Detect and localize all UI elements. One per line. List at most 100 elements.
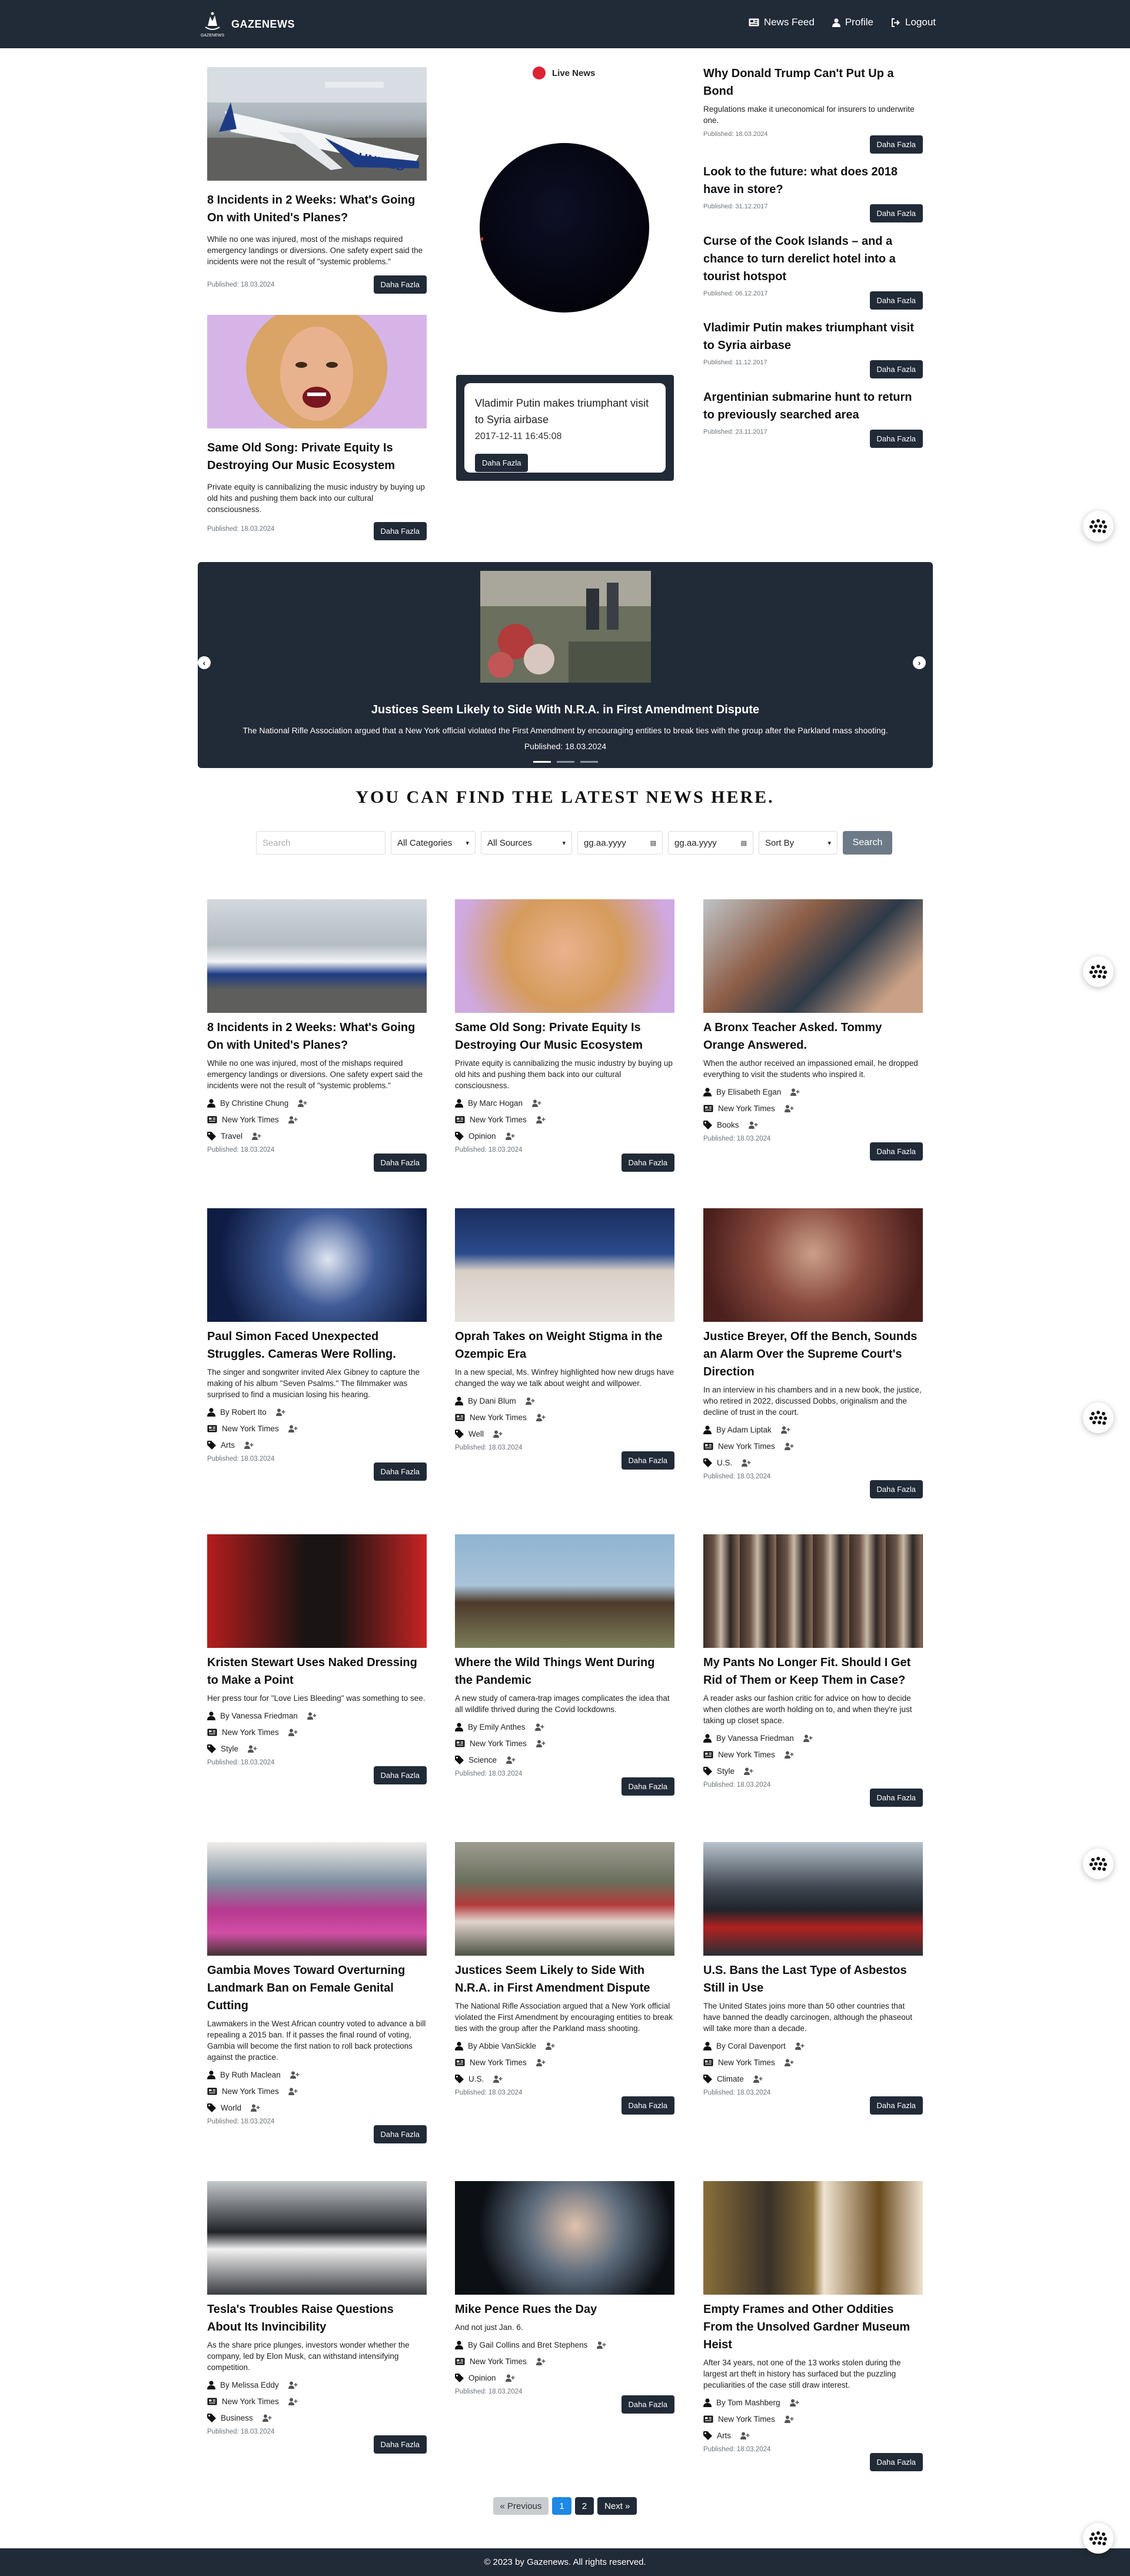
source-name[interactable]: New York Times [718,1750,775,1759]
article-image[interactable] [703,1208,923,1322]
follow-add-icon[interactable] [536,1740,546,1747]
follow-add-icon[interactable] [536,1116,546,1124]
category-name[interactable]: Opinion [468,1132,496,1141]
author-name[interactable]: By Vanessa Friedman [716,1734,794,1743]
read-more-button[interactable]: Daha Fazla [869,291,923,310]
article-title[interactable]: U.S. Bans the Last Type of Asbestos Stil… [703,1962,923,1997]
nav-news-feed[interactable]: News Feed [749,16,815,28]
follow-add-icon[interactable] [275,1408,285,1416]
category-name[interactable]: Arts [221,1441,235,1450]
article-title[interactable]: Where the Wild Things Went During the Pa… [455,1654,674,1689]
popup-read-more-button[interactable]: Daha Fazla [475,454,529,472]
read-more-button[interactable]: Daha Fazla [373,1462,427,1481]
article-image[interactable]: UNITED [207,67,427,181]
follow-add-icon[interactable] [288,2381,298,2389]
follow-add-icon[interactable] [536,2059,546,2066]
side-news-title[interactable]: Curse of the Cook Islands – and a chance… [703,232,923,285]
follow-add-icon[interactable] [795,2042,805,2050]
category-name[interactable]: Books [717,1121,739,1129]
follow-add-icon[interactable] [740,2432,750,2439]
article-image[interactable] [455,899,674,1013]
live-globe-map[interactable] [480,143,649,313]
article-title[interactable]: Same Old Song: Private Equity Is Destroy… [455,1019,674,1054]
article-title[interactable]: Paul Simon Faced Unexpected Struggles. C… [207,1328,427,1363]
source-name[interactable]: New York Times [470,1115,527,1124]
follow-add-icon[interactable] [252,1132,261,1140]
read-more-button[interactable]: Daha Fazla [621,1451,674,1470]
carousel-image[interactable] [480,571,651,683]
article-title[interactable]: Justice Breyer, Off the Bench, Sounds an… [703,1328,923,1381]
category-name[interactable]: Opinion [468,2374,496,2382]
follow-add-icon[interactable] [493,2075,503,2083]
follow-add-icon[interactable] [784,2059,794,2066]
source-name[interactable]: New York Times [470,2357,527,2366]
article-title[interactable]: My Pants No Longer Fit. Should I Get Rid… [703,1654,923,1689]
follow-add-icon[interactable] [744,1767,753,1775]
author-name[interactable]: By Abbie VanSickle [468,2042,536,2050]
article-image[interactable] [207,1534,427,1648]
source-select[interactable]: All Sources ▾ [481,831,572,855]
side-news-title[interactable]: Why Donald Trump Can't Put Up a Bond [703,65,923,100]
follow-add-icon[interactable] [790,1088,800,1096]
read-more-button[interactable]: Daha Fazla [621,1777,674,1796]
article-image[interactable] [703,1842,923,1956]
article-image[interactable] [703,899,923,1013]
author-name[interactable]: By Gail Collins and Bret Stephens [468,2341,587,2349]
follow-add-icon[interactable] [288,1729,298,1736]
read-more-button[interactable]: Daha Fazla [869,1480,923,1498]
category-name[interactable]: Climate [717,2075,744,2083]
chat-widget-button[interactable] [1083,2523,1114,2554]
source-name[interactable]: New York Times [222,1424,279,1433]
source-name[interactable]: New York Times [470,1739,527,1748]
read-more-button[interactable]: Daha Fazla [373,275,427,294]
chat-widget-button[interactable] [1083,511,1114,541]
read-more-button[interactable]: Daha Fazla [373,2435,427,2454]
article-title[interactable]: Justices Seem Likely to Side With N.R.A.… [455,1962,674,1997]
follow-add-icon[interactable] [525,1397,535,1405]
follow-add-icon[interactable] [288,2088,298,2095]
source-name[interactable]: New York Times [718,2415,775,2424]
follow-add-icon[interactable] [505,1132,515,1140]
carousel-indicator[interactable] [533,761,551,763]
previous-page-button[interactable]: « Previous [493,2497,549,2515]
read-more-button[interactable]: Daha Fazla [869,2096,923,2115]
follow-add-icon[interactable] [803,1734,813,1742]
category-select[interactable]: All Categories ▾ [391,831,476,855]
search-input[interactable]: Search [256,831,385,855]
follow-add-icon[interactable] [536,1414,546,1421]
article-image[interactable] [207,1208,427,1322]
read-more-button[interactable]: Daha Fazla [373,1766,427,1784]
author-name[interactable]: By Ruth Maclean [220,2070,281,2079]
article-image[interactable] [703,1534,923,1648]
category-name[interactable]: U.S. [717,1458,732,1467]
follow-add-icon[interactable] [753,2075,763,2083]
follow-add-icon[interactable] [536,2358,546,2365]
follow-add-icon[interactable] [784,1105,794,1112]
follow-add-icon[interactable] [288,2398,298,2405]
article-title[interactable]: Empty Frames and Other Oddities From the… [703,2301,923,2354]
sort-select[interactable]: Sort By ▾ [759,831,837,855]
article-title[interactable]: Gambia Moves Toward Overturning Landmark… [207,1962,427,2015]
read-more-button[interactable]: Daha Fazla [869,1142,923,1161]
read-more-button[interactable]: Daha Fazla [621,1154,674,1172]
follow-add-icon[interactable] [251,2104,260,2112]
read-more-button[interactable]: Daha Fazla [373,1154,427,1172]
next-page-button[interactable]: Next » [597,2497,637,2515]
read-more-button[interactable]: Daha Fazla [869,430,923,448]
follow-add-icon[interactable] [288,1425,298,1432]
brand-logo[interactable]: GAZENEWS GAZENEWS [196,8,295,40]
search-button[interactable]: Search [843,831,892,855]
source-name[interactable]: New York Times [222,1728,279,1737]
article-image[interactable] [455,1842,674,1956]
follow-add-icon[interactable] [290,2071,300,2079]
article-image[interactable] [207,1842,427,1956]
source-name[interactable]: New York Times [718,1442,775,1451]
author-name[interactable]: By Dani Blum [468,1397,516,1405]
author-name[interactable]: By Marc Hogan [468,1099,523,1108]
chat-widget-button[interactable] [1083,1849,1114,1879]
carousel-prev-button[interactable]: ‹ [198,656,211,669]
follow-add-icon[interactable] [493,1430,503,1438]
page-1-button[interactable]: 1 [552,2497,571,2515]
follow-add-icon[interactable] [784,1751,794,1759]
article-title[interactable]: Kristen Stewart Uses Naked Dressing to M… [207,1654,427,1689]
